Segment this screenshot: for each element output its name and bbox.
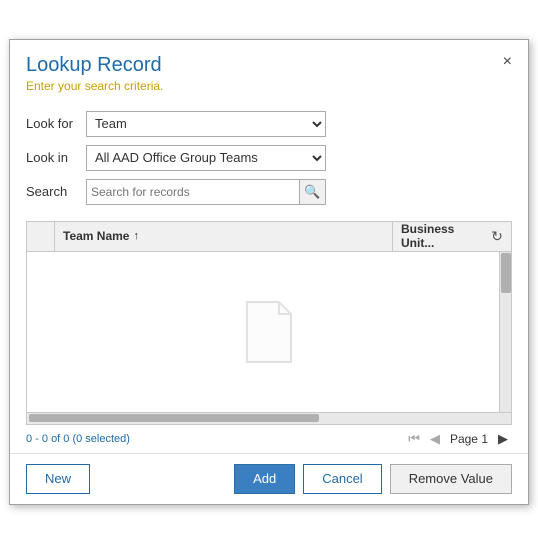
dialog-footer: New Add Cancel Remove Value: [10, 453, 528, 504]
look-for-select[interactable]: Team: [86, 111, 326, 137]
look-in-label: Look in: [26, 150, 86, 165]
form-area: Look for Team Look in All AAD Office Gro…: [10, 101, 528, 221]
add-button[interactable]: Add: [234, 464, 295, 494]
lookup-dialog: Lookup Record Enter your search criteria…: [9, 39, 529, 505]
look-in-row: Look in All AAD Office Group Teams: [26, 145, 512, 171]
vertical-scrollbar[interactable]: [499, 252, 511, 412]
look-for-wrapper: Team: [86, 111, 326, 137]
record-count: 0 - 0 of 0 (0 selected): [26, 433, 130, 445]
pagination-controls: ⏮ ◀ Page 1 ▶: [404, 429, 512, 449]
data-grid: Team Name ↑ Business Unit... ↻: [26, 221, 512, 425]
dialog-subtitle: Enter your search criteria.: [26, 79, 512, 93]
col-team-name-header[interactable]: Team Name ↑: [55, 222, 393, 251]
header-checkbox-cell: [27, 222, 55, 251]
grid-header: Team Name ↑ Business Unit... ↻: [27, 222, 511, 252]
look-in-wrapper: All AAD Office Group Teams: [86, 145, 326, 171]
scroll-thumb: [501, 253, 511, 293]
search-row: Search 🔍: [26, 179, 512, 205]
next-page-button[interactable]: ▶: [494, 429, 512, 449]
dialog-header: Lookup Record Enter your search criteria…: [10, 40, 528, 101]
grid-body: [27, 252, 511, 412]
refresh-button[interactable]: ↻: [483, 222, 511, 250]
prev-page-button[interactable]: ◀: [426, 429, 444, 449]
sort-arrow-icon: ↑: [133, 230, 139, 242]
empty-state-icon: [241, 300, 297, 364]
close-button[interactable]: ×: [499, 52, 516, 72]
search-input[interactable]: [87, 180, 299, 204]
grid-footer: 0 - 0 of 0 (0 selected) ⏮ ◀ Page 1 ▶: [10, 425, 528, 453]
look-for-row: Look for Team: [26, 111, 512, 137]
col-business-unit-header[interactable]: Business Unit...: [393, 222, 483, 251]
search-label: Search: [26, 184, 86, 199]
horizontal-scroll-thumb: [29, 414, 319, 422]
new-button[interactable]: New: [26, 464, 90, 494]
search-input-wrapper: 🔍: [86, 179, 326, 205]
search-button[interactable]: 🔍: [299, 180, 325, 204]
look-for-label: Look for: [26, 116, 86, 131]
page-label: Page 1: [450, 432, 488, 446]
cancel-button[interactable]: Cancel: [303, 464, 381, 494]
look-in-select[interactable]: All AAD Office Group Teams: [86, 145, 326, 171]
dialog-title: Lookup Record: [26, 54, 512, 77]
remove-value-button[interactable]: Remove Value: [390, 464, 512, 494]
horizontal-scrollbar[interactable]: [27, 412, 511, 424]
first-page-button[interactable]: ⏮: [404, 429, 424, 449]
